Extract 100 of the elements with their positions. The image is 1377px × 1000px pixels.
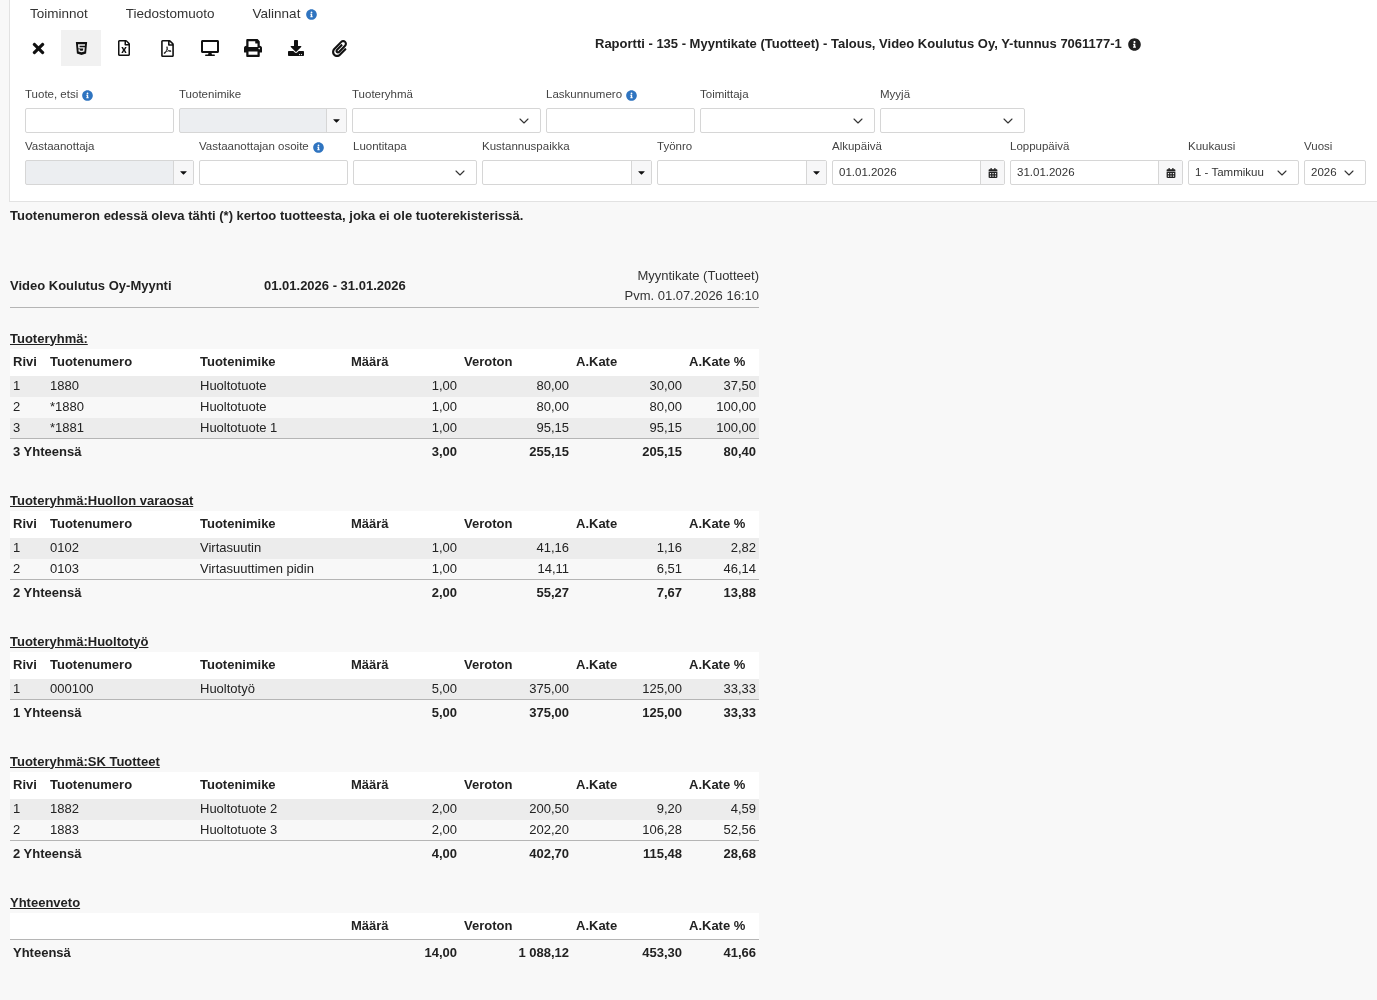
field-label: Työnro <box>657 139 693 155</box>
total-cell: 375,00 <box>460 699 572 726</box>
column-header: A.Kate % <box>685 771 759 799</box>
column-header: Veroton <box>460 651 572 679</box>
field-label: Myyjä <box>880 87 911 103</box>
table-cell: 5,00 <box>347 678 460 700</box>
total-cell: 2 Yhteensä <box>10 840 347 867</box>
report-name: Myyntikate (Tuotteet) <box>637 266 759 285</box>
table-cell: 1883 <box>47 819 197 841</box>
table-cell: 33,33 <box>685 678 759 700</box>
select-field[interactable]: 1 - Tammikuu <box>1188 160 1299 185</box>
company-name: Video Koulutus Oy-Myynti <box>10 276 173 295</box>
combo-field[interactable] <box>482 160 652 185</box>
total-cell: 2 Yhteensä <box>10 579 347 606</box>
table-cell: 46,14 <box>685 558 759 580</box>
total-cell: 3,00 <box>347 438 460 465</box>
table-cell: *1881 <box>47 417 197 439</box>
group-heading: Tuoteryhmä:Huoltotyö <box>10 632 149 651</box>
table-cell: 106,28 <box>572 819 685 841</box>
field-label: Luontitapa <box>353 139 407 155</box>
info-note: Tuotenumeron edessä oleva tähti (*) kertoo tuotteesta, joka ei ole tuoterekisterissä. <box>10 207 524 225</box>
column-header: A.Kate <box>572 651 685 679</box>
select-field[interactable] <box>700 108 875 133</box>
table-cell: 000100 <box>47 678 197 700</box>
column-header: Määrä <box>347 912 460 940</box>
combo-field[interactable] <box>657 160 827 185</box>
menu-item[interactable]: Tiedostomuoto <box>125 3 215 25</box>
column-header: Määrä <box>347 348 460 376</box>
table-cell: 202,20 <box>460 819 572 841</box>
field-label: Tuoteryhmä <box>352 87 413 103</box>
select-field[interactable] <box>352 108 541 133</box>
table-cell: Huoltotuote 1 <box>197 417 347 439</box>
table-cell: 2 <box>10 819 47 841</box>
field-label: Loppupäivä <box>1010 139 1070 155</box>
calendar-icon[interactable] <box>987 167 998 178</box>
table-cell: 100,00 <box>685 396 759 418</box>
table-cell: 4,59 <box>685 798 759 820</box>
table-cell: 375,00 <box>460 678 572 700</box>
info-icon[interactable] <box>1127 37 1141 51</box>
table-cell: Huoltotuote 3 <box>197 819 347 841</box>
table-cell: Huoltotuote 2 <box>197 798 347 820</box>
select-field[interactable]: 2026 <box>1304 160 1366 185</box>
file-x-icon <box>116 40 132 56</box>
table-cell: 80,00 <box>460 396 572 418</box>
column-header: Veroton <box>460 912 572 940</box>
menu-item[interactable]: Toiminnot <box>30 3 88 25</box>
column-header: Tuotenumero <box>47 771 197 799</box>
table-cell: 80,00 <box>460 375 572 397</box>
report-period: 01.01.2026 - 31.01.2026 <box>264 276 406 295</box>
field-label: Kustannuspaikka <box>482 139 570 155</box>
total-cell: 41,66 <box>685 939 759 966</box>
text-field[interactable] <box>199 160 348 185</box>
select-field[interactable] <box>353 160 477 185</box>
table-cell: 52,56 <box>685 819 759 841</box>
table-cell: 80,00 <box>572 396 685 418</box>
table-cell: 1880 <box>47 375 197 397</box>
table-cell: 30,00 <box>572 375 685 397</box>
table-cell: 1,16 <box>572 537 685 559</box>
column-header: Tuotenumero <box>47 348 197 376</box>
table-cell: 100,00 <box>685 417 759 439</box>
column-header: Tuotenimike <box>197 510 347 538</box>
download-icon <box>288 40 304 56</box>
select-field[interactable] <box>880 108 1025 133</box>
date-field[interactable]: 01.01.2026 <box>832 160 1005 185</box>
field-label: Tuote, etsi <box>25 87 79 103</box>
column-header: Tuotenimike <box>197 771 347 799</box>
text-field[interactable] <box>546 108 695 133</box>
table-cell: 1882 <box>47 798 197 820</box>
table-cell: 1 <box>10 678 47 700</box>
table-cell: 6,51 <box>572 558 685 580</box>
date-field[interactable]: 31.01.2026 <box>1010 160 1183 185</box>
table-cell: *1880 <box>47 396 197 418</box>
table-cell: 200,50 <box>460 798 572 820</box>
table-cell: Huoltotyö <box>197 678 347 700</box>
column-header: A.Kate <box>572 510 685 538</box>
total-cell: 1 Yhteensä <box>10 699 347 726</box>
field-label: Kuukausi <box>1188 139 1236 155</box>
total-cell: Yhteensä <box>10 939 347 966</box>
column-header: Veroton <box>460 510 572 538</box>
total-cell: 7,67 <box>572 579 685 606</box>
column-header: Tuotenimike <box>197 348 347 376</box>
table-cell: 1,00 <box>347 375 460 397</box>
total-cell: 453,30 <box>572 939 685 966</box>
total-cell: 80,40 <box>685 438 759 465</box>
field-label: Alkupäivä <box>832 139 882 155</box>
total-cell: 13,88 <box>685 579 759 606</box>
total-cell: 2,00 <box>347 579 460 606</box>
total-cell: 14,00 <box>347 939 460 966</box>
monitor-icon <box>201 39 219 57</box>
pdf-file-icon <box>158 39 176 57</box>
html-export-button[interactable] <box>61 30 101 66</box>
total-cell: 115,48 <box>572 840 685 867</box>
table-cell: 0103 <box>47 558 197 580</box>
column-header: Tuotenumero <box>47 651 197 679</box>
menu-item[interactable]: Valinnat <box>252 3 301 25</box>
table-cell: 1 <box>10 798 47 820</box>
field-label: Tuotenimike <box>179 87 242 103</box>
text-field[interactable] <box>25 108 174 133</box>
calendar-icon[interactable] <box>1165 167 1176 178</box>
print-date: Pvm. 01.07.2026 16:10 <box>624 286 759 305</box>
